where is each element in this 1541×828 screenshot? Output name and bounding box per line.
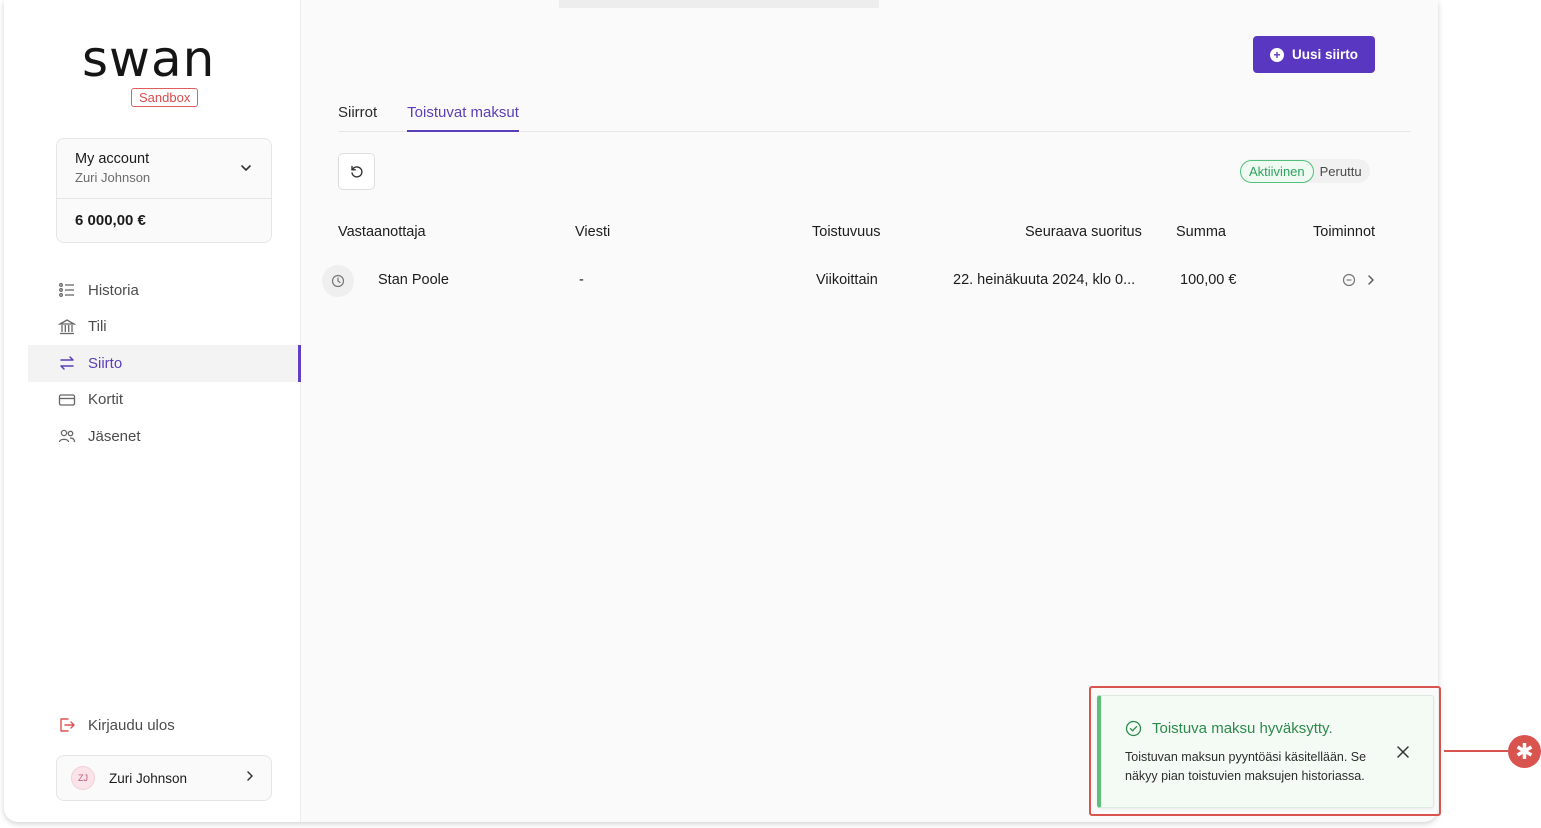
sidebar-item-label: Jäsenet bbox=[88, 427, 141, 445]
card-icon bbox=[58, 391, 76, 409]
plus-icon: + bbox=[1269, 47, 1284, 62]
column-header: Seuraava suoritus bbox=[1025, 224, 1142, 240]
sidebar-item-label: Siirto bbox=[88, 354, 123, 372]
chevron-down-icon[interactable] bbox=[239, 161, 253, 180]
user-menu[interactable]: ZJ Zuri Johnson bbox=[56, 755, 272, 801]
status-filter: Aktiivinen Peruttu bbox=[1240, 159, 1370, 183]
sidebar: swan Sandbox My account Zuri Johnson 6 0… bbox=[4, 0, 301, 822]
callout-marker: ✱ bbox=[1508, 735, 1541, 768]
logout-icon bbox=[58, 716, 76, 734]
sidebar-item-label: Tili bbox=[88, 318, 107, 336]
user-name: Zuri Johnson bbox=[109, 770, 188, 786]
cell-message: - bbox=[579, 272, 584, 288]
main-nav: Historia Tili Siirto Kortit Jäsenet bbox=[28, 272, 301, 455]
refresh-button[interactable] bbox=[338, 153, 375, 190]
bank-icon bbox=[58, 318, 76, 336]
sidebar-item-kortit[interactable]: Kortit bbox=[28, 382, 301, 419]
account-selector[interactable]: My account Zuri Johnson 6 000,00 € bbox=[56, 138, 272, 243]
account-holder: Zuri Johnson bbox=[75, 170, 151, 185]
tab-siirrot[interactable]: Siirrot bbox=[338, 98, 377, 132]
toast-message: Toistuvan maksun pyyntöäsi käsitellään. … bbox=[1125, 750, 1367, 783]
account-name: My account bbox=[75, 151, 150, 167]
column-header: Toiminnot bbox=[1313, 224, 1376, 240]
logout-label: Kirjaudu ulos bbox=[88, 716, 175, 734]
transfer-icon bbox=[58, 354, 76, 372]
refresh-icon bbox=[350, 165, 363, 178]
success-toast: Toistuva maksu hyväksytty. Toistuvan mak… bbox=[1097, 695, 1434, 808]
chevron-right-icon bbox=[243, 769, 257, 788]
sidebar-item-historia[interactable]: Historia bbox=[28, 272, 301, 309]
column-header: Viesti bbox=[575, 224, 611, 240]
new-transfer-button[interactable]: + Uusi siirto bbox=[1253, 36, 1375, 73]
cell-amount: 100,00 € bbox=[1180, 272, 1237, 288]
filter-canceled-chip[interactable]: Peruttu bbox=[1314, 161, 1370, 182]
logout-button[interactable]: Kirjaudu ulos bbox=[58, 716, 175, 734]
sidebar-item-label: Historia bbox=[88, 281, 139, 299]
account-header[interactable]: My account Zuri Johnson bbox=[57, 139, 271, 199]
cell-recipient: Stan Poole bbox=[378, 272, 449, 288]
sidebar-item-siirto[interactable]: Siirto bbox=[28, 345, 301, 382]
cell-frequency: Viikoittain bbox=[816, 272, 878, 288]
new-transfer-label: Uusi siirto bbox=[1291, 47, 1358, 62]
sandbox-badge: Sandbox bbox=[131, 88, 199, 107]
chevron-right-icon[interactable] bbox=[1364, 273, 1378, 291]
tab-bar: Siirrot Toistuvat maksut bbox=[338, 98, 1411, 132]
list-icon bbox=[58, 281, 76, 299]
column-header: Toistuvuus bbox=[812, 224, 881, 240]
toast-title: Toistuva maksu hyväksytty. bbox=[1152, 720, 1333, 737]
sidebar-item-label: Kortit bbox=[88, 391, 124, 409]
toast-title-row: Toistuva maksu hyväksytty. bbox=[1125, 720, 1333, 737]
check-circle-icon bbox=[1125, 720, 1142, 737]
clock-icon bbox=[322, 265, 354, 297]
tab-toistuvat-maksut[interactable]: Toistuvat maksut bbox=[407, 98, 519, 132]
callout-line bbox=[1444, 750, 1508, 752]
cell-next-execution: 22. heinäkuuta 2024, klo 0... bbox=[953, 272, 1136, 288]
swan-logo: swan bbox=[82, 30, 216, 88]
column-header: Vastaanottaja bbox=[338, 224, 426, 240]
filter-active-chip[interactable]: Aktiivinen bbox=[1240, 159, 1314, 183]
sidebar-item-jasenet[interactable]: Jäsenet bbox=[28, 418, 301, 455]
sidebar-item-tili[interactable]: Tili bbox=[28, 309, 301, 346]
avatar: ZJ bbox=[71, 766, 95, 790]
column-header: Summa bbox=[1176, 224, 1226, 240]
cancel-icon[interactable] bbox=[1342, 273, 1356, 291]
table-header: Vastaanottaja Viesti Toistuvuus Seuraava… bbox=[338, 224, 1398, 244]
account-balance: 6 000,00 € bbox=[75, 212, 146, 229]
members-icon bbox=[58, 427, 76, 445]
table-row[interactable]: Stan Poole - Viikoittain 22. heinäkuuta … bbox=[322, 263, 1402, 299]
close-icon[interactable] bbox=[1395, 744, 1411, 760]
